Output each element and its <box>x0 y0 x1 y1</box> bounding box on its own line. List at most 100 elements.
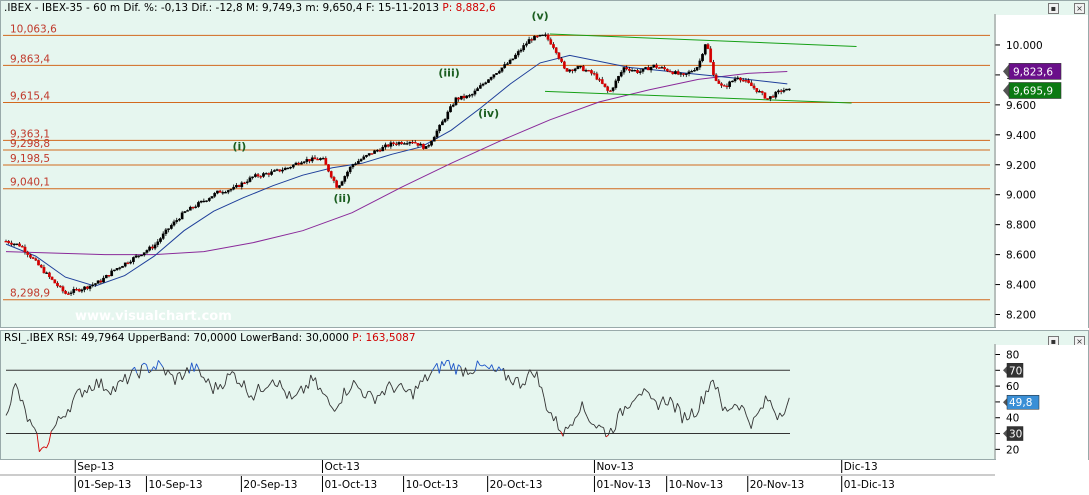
rsi-line-segment <box>543 397 547 410</box>
candle-body <box>557 52 561 59</box>
rsi-line-segment <box>624 405 628 409</box>
rsi-line-segment <box>215 382 219 390</box>
rsi-line-segment <box>324 394 328 398</box>
candle-body <box>432 136 436 142</box>
price-y-tick-label: 8.400 <box>1006 280 1036 292</box>
candle-body <box>164 229 168 234</box>
candle-body <box>454 97 458 106</box>
rsi-line-segment <box>331 407 335 412</box>
rsi-line-segment <box>265 386 269 390</box>
rsi-line-segment <box>7 402 12 412</box>
candle-body <box>102 277 105 283</box>
candle-body <box>484 82 488 85</box>
candle-body <box>462 95 466 99</box>
candle-body <box>386 144 390 147</box>
candle-body <box>99 280 103 283</box>
rsi-line-segment <box>712 379 716 390</box>
rsi-line-segment <box>736 405 740 411</box>
rsi-line-segment <box>336 403 340 409</box>
rsi-line-segment <box>676 403 681 409</box>
candle-body <box>595 73 599 80</box>
candle-body <box>419 143 423 146</box>
rsi-line-segment <box>679 407 683 424</box>
candle-body <box>251 176 254 178</box>
candle-body <box>10 242 13 245</box>
candle-body <box>422 143 425 149</box>
rsi-line-segment <box>29 419 33 426</box>
candle-body <box>684 73 688 75</box>
candle-body <box>655 64 658 68</box>
candle-body <box>785 88 788 91</box>
candle-body <box>560 58 563 62</box>
rsi-line-segment <box>91 389 95 392</box>
date-label: 01-Oct-13 <box>324 479 377 491</box>
rsi-line-segment <box>136 373 140 379</box>
rsi-line-segment <box>393 388 397 393</box>
rsi-line-segment <box>27 418 31 422</box>
candle-body <box>690 71 694 73</box>
candle-body <box>541 34 544 37</box>
rsi-line-segment <box>360 389 364 398</box>
rsi-line-segment <box>603 427 607 438</box>
rsi-line-segment <box>465 367 469 375</box>
rsi-line-segment <box>505 374 509 381</box>
rsi-line-segment <box>74 389 78 395</box>
candle-body <box>338 185 341 188</box>
candle-body <box>324 158 328 165</box>
rsi-line-segment <box>462 367 466 377</box>
candle-body <box>118 267 122 269</box>
candle-body <box>23 246 27 253</box>
rsi-line-segment <box>786 397 790 406</box>
candle-body <box>45 272 49 274</box>
rsi-line-segment <box>607 427 612 436</box>
candle-body <box>497 71 501 74</box>
rsi-line-segment <box>365 391 369 399</box>
candle-body <box>56 282 59 287</box>
rsi-line-segment <box>667 396 671 406</box>
candle-body <box>549 39 553 45</box>
candle-body <box>562 61 566 69</box>
candle-body <box>579 65 582 68</box>
slow-moving-average-line <box>5 71 788 256</box>
rsi-line-segment <box>379 390 383 396</box>
candle-body <box>441 121 444 126</box>
fib-level-label: 9,040,1 <box>10 177 50 189</box>
rsi-line-segment <box>450 363 455 370</box>
candle-body <box>161 233 165 239</box>
candle-body <box>34 258 38 261</box>
candle-body <box>457 97 460 100</box>
rsi-line-segment <box>593 424 597 429</box>
rsi-line-segment <box>281 387 285 392</box>
candle-body <box>522 45 526 51</box>
rsi-line-segment <box>15 383 19 390</box>
candle-body <box>568 69 572 72</box>
candle-body <box>720 83 723 86</box>
date-label: 01-Dic-13 <box>844 479 895 491</box>
candle-body <box>37 260 40 266</box>
rsi-line-segment <box>5 410 9 416</box>
rsi-line-segment <box>155 360 159 370</box>
candle-body <box>183 211 187 213</box>
rsi-line-segment <box>403 388 407 393</box>
candle-body <box>113 269 116 272</box>
candle-body <box>600 79 604 84</box>
rsi-line-segment <box>762 395 766 409</box>
rsi-line-segment <box>641 388 645 396</box>
candle-body <box>714 74 718 81</box>
rsi-line-segment <box>69 400 74 413</box>
candle-body <box>359 159 363 162</box>
rsi-line-segment <box>426 375 431 382</box>
wave-label: (ii) <box>333 192 351 205</box>
rsi-line-segment <box>17 389 21 401</box>
candle-body <box>218 190 222 193</box>
rsi-line-segment <box>727 408 731 412</box>
rsi-line-segment <box>58 415 62 420</box>
candle-body <box>321 158 325 160</box>
rsi-line-segment <box>298 385 302 391</box>
rsi-line-segment <box>229 371 233 376</box>
candle-body <box>487 79 490 83</box>
rsi-line-segment <box>669 396 674 402</box>
candle-body <box>197 202 200 207</box>
rsi-line-segment <box>719 398 724 411</box>
candle-body <box>237 185 241 188</box>
